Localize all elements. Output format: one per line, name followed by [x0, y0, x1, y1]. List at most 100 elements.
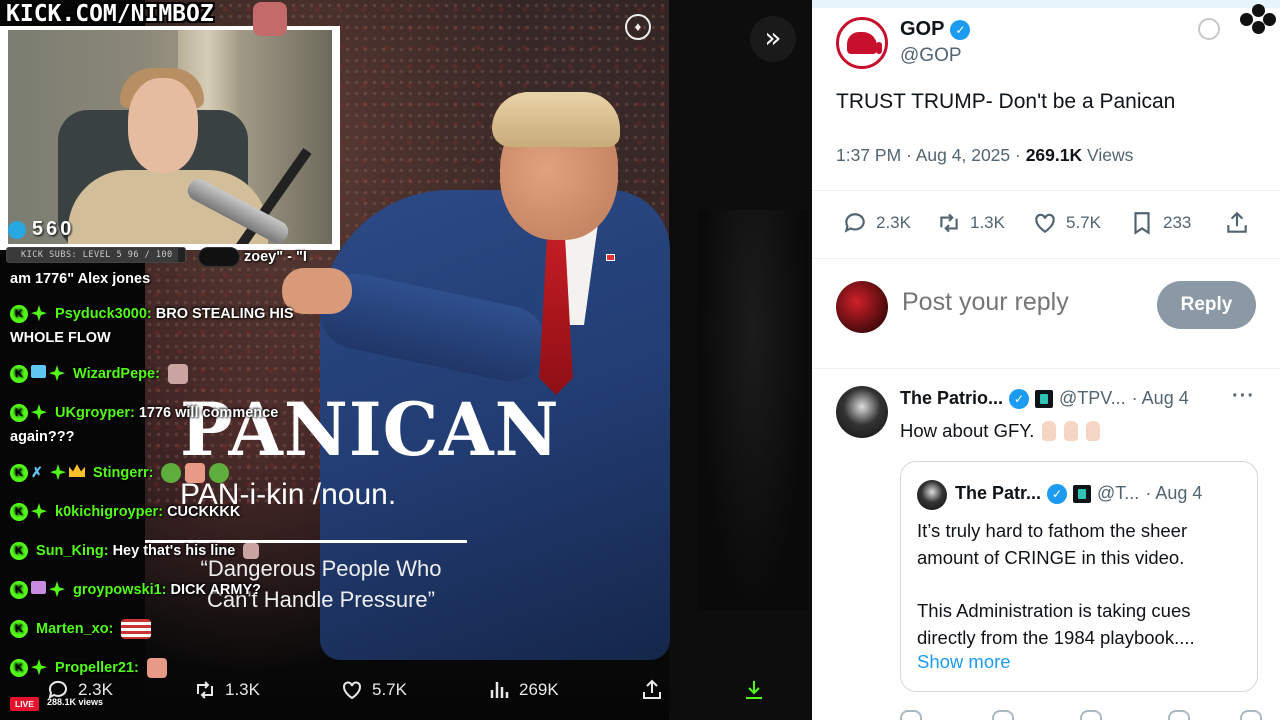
middle-finger-emoji-icon	[1086, 421, 1101, 441]
tweet-text: TRUST TRUMP- Don't be a Panican	[836, 90, 1176, 113]
grok-icon[interactable]	[1198, 18, 1220, 40]
media-views-button[interactable]: 269K	[487, 668, 559, 712]
media-background	[668, 0, 812, 720]
reply-submit-button[interactable]: Reply	[1157, 281, 1256, 329]
verified-badge-icon: ✓	[1047, 483, 1068, 504]
live-badge: LIVE	[10, 697, 39, 711]
media-share-button[interactable]	[640, 668, 664, 712]
sub-badge-icon	[49, 365, 65, 382]
kick-badge-icon: K	[10, 305, 28, 324]
chat-message: K UKgroyper: 1776 will commence	[10, 401, 278, 425]
live-views: 288.1K views	[47, 697, 104, 707]
media-repost-button[interactable]: 1.3K	[193, 668, 260, 712]
quoted-text: It’s truly hard to fathom the sheer amou…	[917, 520, 1195, 648]
chat-username[interactable]: UKgroyper:	[55, 405, 135, 421]
reply-input[interactable]	[902, 288, 1142, 317]
like-button[interactable]: 5.7K	[1032, 210, 1101, 236]
chat-message: zoey" - "I	[244, 249, 307, 265]
chat-message-continuation: am 1776" Alex jones	[10, 271, 151, 287]
chat-reply-chip	[198, 247, 240, 267]
kick-badge-icon: K	[10, 365, 28, 384]
show-more-link[interactable]: Show more	[917, 651, 1011, 673]
quoted-tweet[interactable]: The Patr... ✓ @T... · Aug 4 It’s truly h…	[900, 461, 1258, 692]
reply-button[interactable]: 2.3K	[842, 210, 911, 236]
emote-icon	[209, 463, 230, 484]
share-icon	[1227, 211, 1247, 233]
channel-url: KICK.COM/NIMBOZ	[6, 1, 214, 27]
chat-message: K groypowski1: DICK ARMY?	[10, 578, 261, 602]
kick-badge-icon: K	[10, 464, 28, 483]
chat-message: K k0kichigroyper: CUCKKKK	[10, 500, 240, 524]
middle-finger-emoji-icon	[1042, 421, 1057, 441]
expand-icon[interactable]: »	[750, 16, 796, 62]
chat-message-continuation: again???	[10, 429, 75, 445]
kick-badge-icon: K	[10, 404, 28, 423]
subs-goal-text: KICK SUBS: LEVEL 5 96 / 100	[21, 250, 173, 260]
chat-message: K ✗ Stingerr:	[10, 461, 230, 485]
kick-badge-icon: K	[10, 581, 28, 600]
gift-badge-icon	[31, 581, 46, 595]
reply-text: How about GFY.	[900, 420, 1101, 442]
emote-icon	[167, 364, 188, 385]
chat-username[interactable]: Stingerr:	[93, 465, 153, 481]
tweet-detail-panel: GOP ✓ @GOP TRUST TRUMP- Don't be a Panic…	[812, 0, 1280, 720]
sub-badge-icon	[31, 305, 47, 322]
bookmark-button[interactable]: 233	[1129, 210, 1191, 236]
chat-username[interactable]: WizardPepe:	[73, 366, 160, 382]
chat-message: K Psyduck3000: BRO STEALING HIS	[10, 302, 294, 326]
chat-username[interactable]: Psyduck3000:	[55, 306, 152, 322]
emote-icon	[243, 543, 260, 560]
download-icon	[746, 681, 762, 699]
verified-badge-icon: ✓	[1009, 388, 1030, 409]
quoted-author-avatar	[917, 480, 947, 510]
sub-badge-icon	[31, 404, 47, 421]
sub-badge-icon	[49, 581, 65, 598]
reply-header: The Patrio... ✓ @TPV... · Aug 4	[900, 388, 1189, 409]
chat-username[interactable]: k0kichigroyper:	[55, 504, 163, 520]
kick-badge-icon: K	[10, 620, 28, 639]
media-action-bar: 2.3K 1.3K 5.7K 269K	[0, 668, 812, 712]
chat-message-continuation: WHOLE FLOW	[10, 330, 111, 346]
crown-badge-icon	[69, 464, 85, 478]
middle-finger-emoji-icon	[1064, 421, 1079, 441]
flag-emote-icon	[121, 619, 152, 640]
kick-badge-icon: K	[10, 503, 28, 522]
streamer-emote-icon	[253, 2, 287, 36]
chat-username[interactable]: Sun_King:	[36, 543, 109, 559]
quoted-header: The Patr... ✓ @T... · Aug 4	[955, 483, 1203, 504]
gift-badge-icon	[31, 365, 46, 379]
tweet-meta: 1:37 PM · Aug 4, 2025 · 269.1K Views	[836, 145, 1134, 165]
repost-icon	[197, 681, 213, 699]
reply-icon	[844, 213, 865, 233]
webcam-feed	[8, 30, 332, 244]
chat-username[interactable]: groypowski1:	[73, 582, 166, 598]
chat-message: K Sun_King: Hey that's his line	[10, 539, 260, 563]
views-icon	[490, 682, 509, 698]
repost-button[interactable]: 1.3K	[936, 210, 1005, 236]
subs-goal-bar: KICK SUBS: LEVEL 5 96 / 100	[6, 247, 186, 263]
sword-badge-icon: ✗	[31, 464, 43, 481]
share-button[interactable]	[1224, 210, 1250, 236]
chat-message: K Marten_xo:	[10, 617, 152, 641]
affiliate-badge-icon	[1073, 484, 1092, 503]
viewer-icon	[8, 220, 26, 239]
emote-icon	[185, 463, 206, 484]
current-user-avatar[interactable]	[836, 281, 888, 333]
heart-icon	[1035, 213, 1055, 233]
heart-icon	[343, 681, 361, 700]
kick-badge-icon: K	[10, 542, 28, 561]
flag-pin	[606, 254, 615, 261]
media-like-button[interactable]: 5.7K	[340, 668, 407, 712]
author-name[interactable]: GOP ✓	[900, 18, 971, 41]
elephant-logo-icon	[847, 32, 882, 54]
emote-icon	[161, 463, 182, 484]
reply-author-avatar[interactable]	[836, 386, 888, 438]
media-download-button[interactable]	[742, 668, 766, 712]
more-options-icon[interactable]: ···	[1232, 385, 1255, 408]
chat-message: K WizardPepe:	[10, 362, 188, 386]
author-handle[interactable]: @GOP	[900, 45, 962, 67]
repost-icon	[940, 213, 958, 233]
author-avatar[interactable]	[836, 17, 888, 69]
chat-username[interactable]: Marten_xo:	[36, 621, 113, 637]
sub-badge-icon	[31, 503, 47, 520]
